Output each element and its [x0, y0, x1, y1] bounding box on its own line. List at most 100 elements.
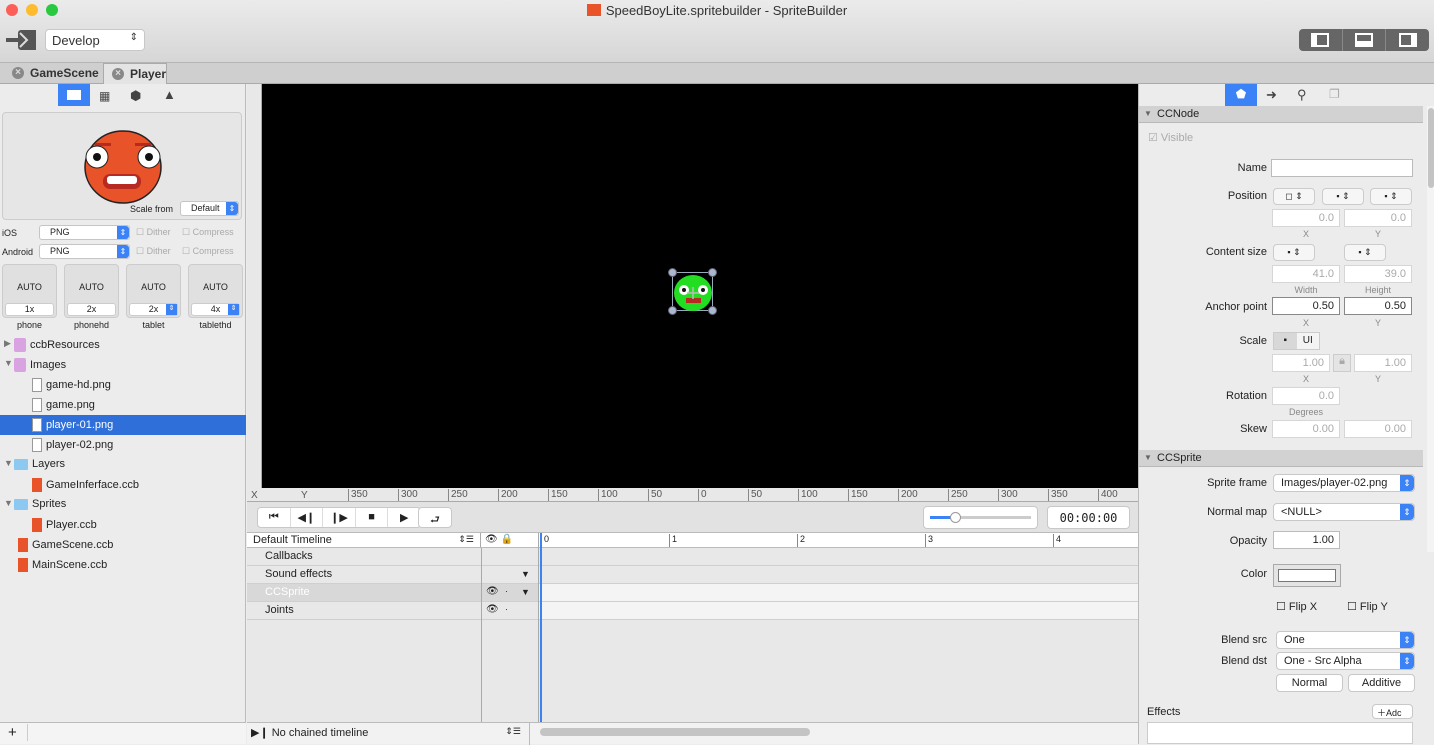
component-library-tab[interactable]: ▦	[99, 89, 110, 103]
color-well[interactable]	[1273, 564, 1341, 587]
timeline-track[interactable]	[538, 602, 1138, 620]
timeline-zoom-slider[interactable]	[923, 506, 1038, 529]
selected-sprite[interactable]	[668, 268, 717, 315]
scale-from-select[interactable]: Default ⇕	[180, 201, 239, 216]
tree-item[interactable]: player-02.png	[0, 435, 246, 455]
resolution-box[interactable]: AUTO 1x	[2, 264, 57, 318]
width-unit-select[interactable]: ▪ ⇕	[1273, 244, 1315, 261]
go-to-start-button[interactable]: ⏮	[258, 508, 291, 527]
scale-y-input[interactable]: 1.00	[1354, 354, 1412, 372]
close-tab-icon[interactable]: ×	[12, 67, 24, 79]
resize-handle[interactable]	[668, 268, 677, 277]
scale-x-input[interactable]: 1.00	[1272, 354, 1330, 372]
ios-compress-checkbox[interactable]: ☐ Compress	[182, 227, 234, 238]
tree-item[interactable]: ▼ Sprites	[0, 495, 246, 515]
lock-toggle[interactable]: ·	[505, 604, 508, 614]
disclosure-triangle-icon[interactable]: ▼	[4, 498, 13, 508]
expand-triangle-icon[interactable]: ▼	[521, 569, 530, 579]
position-y-input[interactable]: 0.0	[1344, 209, 1412, 227]
tree-item[interactable]: game-hd.png	[0, 375, 246, 395]
tab-player[interactable]: × Player	[103, 63, 167, 84]
tree-item[interactable]: ▼ Layers	[0, 455, 246, 475]
resolution-box[interactable]: AUTO 2x	[64, 264, 119, 318]
sprite-frame-select[interactable]: Images/player-02.png ⇕	[1273, 474, 1415, 492]
ccnode-section-header[interactable]: CCNode	[1139, 106, 1423, 123]
visibility-icon[interactable]: 👁	[486, 586, 499, 597]
timeline-track[interactable]	[538, 584, 1138, 602]
ios-format-select[interactable]: PNG ⇕	[39, 225, 130, 240]
effects-list[interactable]	[1147, 722, 1413, 744]
properties-tab[interactable]: ⬟	[1225, 84, 1257, 106]
resolution-box[interactable]: AUTO 2x ⇕	[126, 264, 181, 318]
blend-additive-button[interactable]: Additive	[1348, 674, 1415, 692]
timeline-row[interactable]: Callbacks	[247, 548, 481, 566]
resize-handle[interactable]	[708, 306, 717, 315]
disclosure-triangle-icon[interactable]: ▶	[4, 338, 11, 349]
visibility-icon[interactable]: 👁	[486, 604, 499, 615]
inspector-scrollbar[interactable]	[1427, 106, 1434, 552]
toggle-bottom-panel-button[interactable]	[1343, 29, 1387, 51]
publish-button[interactable]	[6, 29, 42, 51]
tree-item[interactable]: ▼ Images	[0, 355, 246, 375]
timeline-row[interactable]: Sound effects	[247, 566, 481, 584]
resolution-box[interactable]: AUTO 4x ⇕	[188, 264, 243, 318]
tree-item[interactable]: GameInferface.ccb	[0, 475, 246, 495]
scheme-select[interactable]: Develop ⇕	[45, 29, 145, 51]
resolution-scale-select[interactable]: 2x	[67, 303, 116, 316]
normal-map-select[interactable]: <NULL> ⇕	[1273, 503, 1415, 521]
anchor-x-input[interactable]: 0.50	[1272, 297, 1340, 315]
tree-item[interactable]: player-01.png	[0, 415, 246, 435]
tree-item[interactable]: MainScene.ccb	[0, 555, 246, 575]
tree-item[interactable]: GameScene.ccb	[0, 535, 246, 555]
play-button[interactable]: ▶	[388, 508, 420, 527]
scroll-thumb[interactable]	[1428, 108, 1434, 188]
disclosure-triangle-icon[interactable]: ▼	[4, 358, 13, 368]
anchor-y-input[interactable]: 0.50	[1344, 297, 1412, 315]
scale-points-button[interactable]: ▪	[1274, 333, 1297, 349]
loop-button[interactable]: ⮐	[418, 507, 452, 528]
position-x-unit-select[interactable]: ▪ ⇕	[1322, 188, 1364, 205]
skew-x-input[interactable]: 0.00	[1272, 420, 1340, 438]
skew-y-input[interactable]: 0.00	[1344, 420, 1412, 438]
visible-checkbox[interactable]: ☑ Visible	[1148, 131, 1193, 144]
android-format-select[interactable]: PNG ⇕	[39, 244, 130, 259]
timeline-select[interactable]: Default Timeline ⇕☰	[247, 533, 481, 548]
templates-tab[interactable]: ❐	[1329, 87, 1340, 101]
position-y-unit-select[interactable]: ▪ ⇕	[1370, 188, 1412, 205]
disclosure-triangle-icon[interactable]: ▼	[4, 458, 13, 468]
slider-knob[interactable]	[950, 512, 962, 523]
toggle-left-panel-button[interactable]	[1299, 29, 1343, 51]
rotation-input[interactable]: 0.0	[1272, 387, 1340, 405]
tree-item[interactable]: ▶ ccbResources	[0, 335, 246, 355]
resolution-scale-select[interactable]: 2x ⇕	[129, 303, 178, 316]
expand-triangle-icon[interactable]: ▼	[521, 587, 530, 597]
add-effect-button[interactable]: ＋Adc	[1372, 704, 1413, 719]
chained-timeline-select[interactable]: ▶❙ No chained timeline ⇕☰	[247, 723, 530, 745]
blend-dst-select[interactable]: One - Src Alpha ⇕	[1276, 652, 1415, 670]
warnings-tab[interactable]: ▲	[163, 87, 176, 102]
ccsprite-section-header[interactable]: CCSprite	[1139, 450, 1423, 467]
blend-normal-button[interactable]: Normal	[1276, 674, 1343, 692]
ios-dither-checkbox[interactable]: ☐ Dither	[136, 227, 171, 238]
blend-src-select[interactable]: One ⇕	[1276, 631, 1415, 649]
step-back-button[interactable]: ◀❙	[291, 508, 324, 527]
tab-gamescene[interactable]: × GameScene	[4, 63, 104, 84]
flip-x-checkbox[interactable]: ☐ Flip X	[1276, 600, 1317, 613]
height-unit-select[interactable]: ▪ ⇕	[1344, 244, 1386, 261]
add-button[interactable]: +	[8, 724, 28, 741]
lock-toggle[interactable]: ·	[505, 586, 508, 596]
stop-button[interactable]: ■	[356, 508, 389, 527]
resolution-scale-select[interactable]: 4x ⇕	[191, 303, 240, 316]
close-tab-icon[interactable]: ×	[112, 68, 124, 80]
name-input[interactable]	[1271, 159, 1413, 177]
file-browser-tab[interactable]	[58, 84, 90, 106]
opacity-input[interactable]: 1.00	[1273, 531, 1340, 549]
scale-ui-button[interactable]: UI	[1296, 333, 1319, 349]
playhead[interactable]	[540, 533, 542, 722]
code-connections-tab[interactable]: ➜	[1266, 87, 1277, 103]
timeline-row[interactable]: Joints	[247, 602, 481, 620]
width-input[interactable]: 41.0	[1272, 265, 1340, 283]
position-type-select[interactable]: ◻ ⇕	[1273, 188, 1315, 205]
height-input[interactable]: 39.0	[1344, 265, 1412, 283]
physics-tab[interactable]: ⚲	[1297, 87, 1307, 103]
